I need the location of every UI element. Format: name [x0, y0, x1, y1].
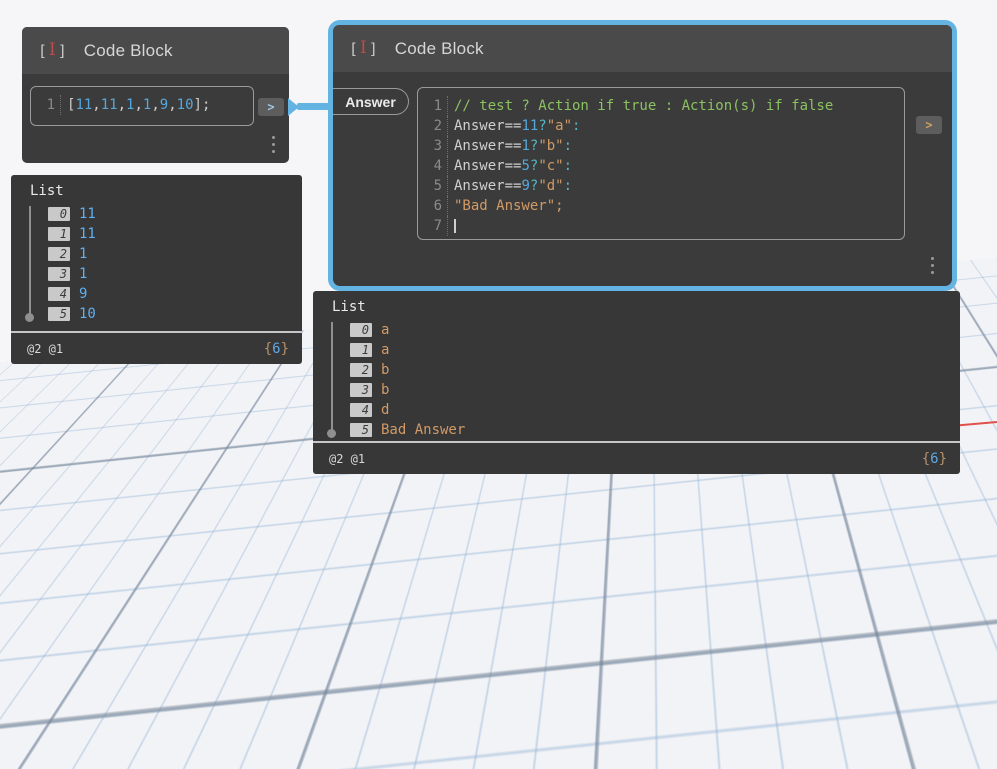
list-item: 21 — [11, 244, 302, 264]
line-number: 7 — [424, 216, 448, 236]
code-line: 7 — [424, 216, 898, 236]
output-port-button[interactable]: > — [258, 98, 284, 116]
item-value: 9 — [79, 286, 88, 302]
code-line: 1 [11,11,1,1,9,10]; — [37, 95, 247, 115]
list-item: 31 — [11, 264, 302, 284]
list-item: 3b — [313, 380, 960, 400]
wire-line — [297, 103, 332, 110]
list-footer: @2 @1 {6} — [11, 331, 302, 364]
code-editor[interactable]: 1 [11,11,1,1,9,10]; — [30, 86, 254, 126]
item-value: 1 — [79, 266, 88, 282]
list-item: 1a — [313, 340, 960, 360]
index-badge: 4 — [48, 287, 70, 301]
code-line: 2 Answer==11?"a": — [424, 116, 898, 136]
item-value: 11 — [79, 226, 96, 242]
code-line: 5 Answer==9?"d": — [424, 176, 898, 196]
text-cursor — [454, 219, 456, 233]
list-title: List — [332, 299, 366, 315]
item-value: 1 — [79, 246, 88, 262]
list-panel-strings[interactable]: List 0 a 1 a 2 b 3 b 4 d 5 Bad Answer @2 @1 {6} — [313, 291, 960, 474]
code-block-icon: [I] — [38, 40, 67, 60]
item-value: d — [381, 402, 390, 418]
index-badge: 5 — [350, 423, 372, 437]
item-value: Bad Answer — [381, 422, 466, 438]
item-value: a — [381, 322, 390, 338]
index-badge: 2 — [350, 363, 372, 377]
list-panel-numbers[interactable]: List 0 11 1 11 2 1 3 1 4 9 5 10 @2 @1 {6} — [11, 175, 302, 364]
node-header[interactable]: [I] Code Block — [22, 27, 289, 74]
path-badges: @2 @1 — [329, 451, 366, 466]
index-badge: 2 — [48, 247, 70, 261]
item-value: b — [381, 362, 390, 378]
list-item: 1 11 — [11, 224, 302, 244]
index-badge: 3 — [48, 267, 70, 281]
list-item: 0a — [313, 320, 960, 340]
list-title: List — [30, 183, 64, 199]
index-badge: 4 — [350, 403, 372, 417]
code-block-icon: [I] — [349, 38, 378, 58]
output-port-button[interactable]: > — [916, 116, 942, 134]
path-badges: @2 @1 — [27, 341, 64, 356]
list-item: 4d — [313, 400, 960, 420]
list-item: 0 11 — [11, 204, 302, 224]
line-number: 3 — [424, 136, 448, 156]
index-badge: 5 — [48, 307, 70, 321]
line-number: 6 — [424, 196, 448, 216]
code-line: 6 "Bad Answer"; — [424, 196, 898, 216]
kebab-menu-icon[interactable] — [931, 253, 934, 278]
index-badge: 0 — [48, 207, 70, 221]
line-number: 1 — [424, 96, 448, 116]
input-port-answer[interactable]: Answer — [333, 88, 409, 115]
item-count-badge: {6} — [921, 450, 947, 467]
kebab-menu-icon[interactable] — [272, 132, 275, 157]
index-badge: 0 — [350, 323, 372, 337]
line-number: 2 — [424, 116, 448, 136]
code-block-node-selected[interactable]: [I] Code Block Answer 1// test ? Action … — [328, 20, 957, 291]
list-item: 2b — [313, 360, 960, 380]
list-item: 5 10 — [11, 304, 302, 324]
index-badge: 1 — [350, 343, 372, 357]
item-count-badge: {6} — [263, 340, 289, 357]
index-badge: 1 — [48, 227, 70, 241]
line-number: 5 — [424, 176, 448, 196]
list-item: 49 — [11, 284, 302, 304]
code-line: 1// test ? Action if true : Action(s) if… — [424, 96, 898, 116]
line-number: 4 — [424, 156, 448, 176]
index-badge: 3 — [350, 383, 372, 397]
code-editor[interactable]: 1// test ? Action if true : Action(s) if… — [417, 87, 905, 240]
item-value: 11 — [79, 206, 96, 222]
item-value: a — [381, 342, 390, 358]
node-title: Code Block — [394, 38, 484, 58]
code-block-node-source[interactable]: [I] Code Block 1 [11,11,1,1,9,10]; > — [22, 27, 289, 163]
line-number: 1 — [37, 95, 61, 115]
item-value: b — [381, 382, 390, 398]
item-value: 10 — [79, 306, 96, 322]
code-line: 3 Answer==1?"b": — [424, 136, 898, 156]
node-header[interactable]: [I] Code Block — [333, 25, 952, 72]
node-title: Code Block — [83, 40, 173, 60]
list-footer: @2 @1 {6} — [313, 441, 960, 474]
list-item: 5 Bad Answer — [313, 420, 960, 440]
code-line: 4 Answer==5?"c": — [424, 156, 898, 176]
